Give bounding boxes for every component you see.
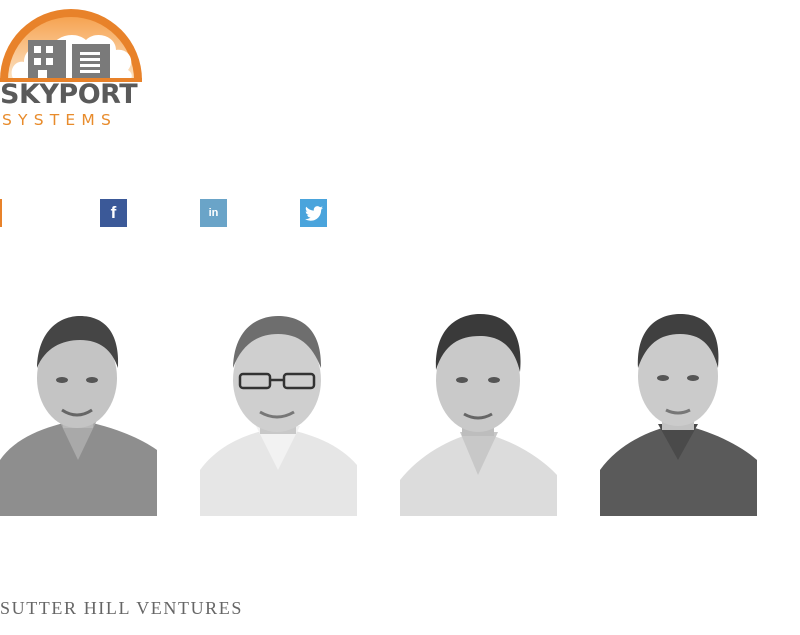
facebook-glyph: f [110,203,117,222]
investor-name: SUTTER HILL VENTURES [0,598,243,618]
person-photo [0,310,157,516]
bird-icon [304,205,323,221]
logo-graphic [0,9,142,82]
logo-wordmark-primary: SKYPORT [0,79,138,110]
skyport-logo[interactable]: SKYPORT SYSTEMS [0,0,142,132]
twitter-icon[interactable] [300,199,327,227]
logo-wordmark-secondary: SYSTEMS [2,111,118,129]
team-portraits [0,310,800,516]
linkedin-glyph: in [208,207,219,219]
person-photo [400,310,557,516]
social-accent-bar [0,199,2,227]
portrait-1 [0,310,157,516]
portrait-2 [200,310,357,516]
person-photo [600,310,757,516]
person-photo [200,310,357,516]
facebook-icon[interactable]: f [100,199,127,227]
portrait-3 [400,310,557,516]
portrait-4 [600,310,757,516]
linkedin-icon[interactable]: in [200,199,227,227]
social-links: f in [0,199,340,227]
